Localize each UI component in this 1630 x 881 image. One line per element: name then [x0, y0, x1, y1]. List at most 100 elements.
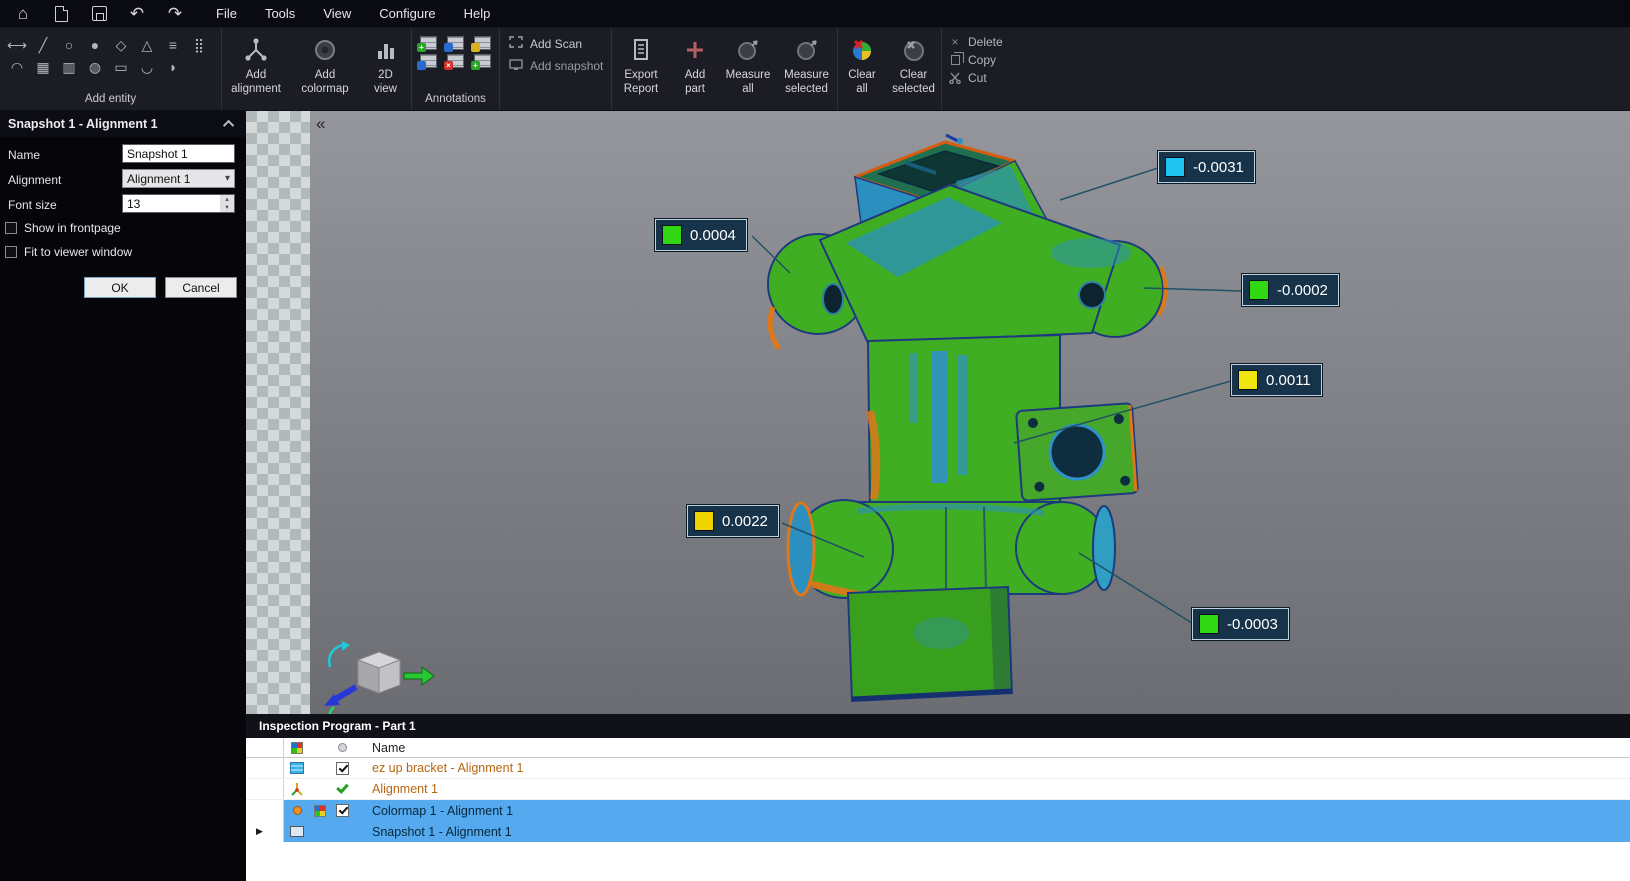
menu-help[interactable]: Help	[464, 6, 491, 21]
clear-all-button[interactable]: Clear all	[838, 28, 886, 110]
cylinder-icon[interactable]: ▥	[56, 56, 82, 78]
menu-view[interactable]: View	[323, 6, 351, 21]
annotation-list-icon[interactable]	[444, 36, 464, 52]
name-column-header[interactable]: Name	[354, 741, 1630, 755]
remove-annotation-icon[interactable]: ×	[444, 54, 464, 70]
add-colormap-label: Add colormap	[301, 69, 349, 95]
ruler-icon[interactable]: ⟷	[4, 34, 30, 56]
add-alignment-button[interactable]: Add alignment	[222, 28, 290, 110]
stepper-down-icon[interactable]: ▾	[225, 204, 228, 211]
menu-configure[interactable]: Configure	[379, 6, 435, 21]
home-icon[interactable]: ⌂	[10, 3, 36, 25]
measure-selected-button[interactable]: Measure selected	[776, 28, 838, 110]
navigation-cube[interactable]	[324, 641, 435, 714]
table-grid-icon[interactable]: ▦	[30, 56, 56, 78]
surface-icon[interactable]: ◗	[160, 56, 186, 78]
row-gutter	[246, 800, 284, 821]
point-grid-icon[interactable]: ⣿	[186, 34, 212, 56]
add-entity-group: ⟷ ╱ ○ ● ◇ △ ≡ ⣿ ◠ ▦ ▥ ◍ ▭ ◡ ◗ Add entity	[0, 28, 222, 110]
annotations-label: Annotations	[425, 93, 486, 105]
planes-icon[interactable]: ≡	[160, 34, 186, 56]
deviation-value: -0.0031	[1193, 158, 1244, 176]
table-row[interactable]: ez up bracket - Alignment 1	[246, 758, 1630, 779]
cut-button[interactable]: Cut	[948, 71, 1012, 85]
annotation-table-icon[interactable]	[417, 54, 437, 70]
annotation-label[interactable]: -0.0031	[1158, 151, 1255, 183]
add-snapshot-button[interactable]: Add snapshot	[508, 58, 611, 73]
rectangle-icon[interactable]: ▭	[108, 56, 134, 78]
add-snapshot-label: Add snapshot	[530, 58, 604, 73]
visibility-checkbox[interactable]	[335, 804, 349, 817]
circle-icon[interactable]: ○	[56, 34, 82, 56]
ok-button[interactable]: OK	[84, 277, 156, 298]
point-icon[interactable]: ●	[82, 34, 108, 56]
color-swatch	[1238, 370, 1258, 390]
name-label: Name	[8, 148, 41, 162]
line-icon[interactable]: ╱	[30, 34, 56, 56]
panel-title: Snapshot 1 - Alignment 1	[8, 117, 158, 131]
show-in-frontpage-checkbox[interactable]	[5, 222, 17, 234]
undo-icon[interactable]: ↶	[124, 3, 150, 25]
alignment-select[interactable]: Alignment 1 ▾	[122, 169, 235, 188]
add-scan-button[interactable]: Add Scan	[508, 36, 611, 51]
add-alignment-label: Add alignment	[231, 69, 281, 95]
current-row-marker-icon: ▶	[256, 826, 263, 836]
3d-viewport[interactable]: « -0.0031 0.0004 -0.0002 0.0011 0.0022 -…	[246, 111, 1630, 714]
sphere-icon[interactable]: ◍	[82, 56, 108, 78]
2d-view-icon	[373, 35, 399, 65]
annotation-label[interactable]: -0.0003	[1192, 608, 1289, 640]
snapshot-icon	[508, 58, 523, 73]
arc-icon[interactable]: ◡	[134, 56, 160, 78]
2d-view-button[interactable]: 2D view	[360, 28, 412, 110]
blue-badge-icon	[417, 61, 426, 70]
font-size-input[interactable]	[122, 194, 235, 213]
annotation-label[interactable]: -0.0002	[1242, 274, 1339, 306]
visibility-checkbox[interactable]	[335, 761, 349, 775]
curve-icon[interactable]: ◠	[4, 56, 30, 78]
delete-button[interactable]: × Delete	[948, 35, 1012, 49]
measure-all-label: Measure all	[725, 69, 771, 95]
add-part-icon	[682, 35, 708, 65]
inspection-tree-table: Name ez up bracket - Alignment 1 Alignme…	[246, 738, 1630, 881]
table-row[interactable]: ▶ Snapshot 1 - Alignment 1	[246, 821, 1630, 842]
annotation-columns-icon[interactable]	[471, 36, 491, 52]
3d-scene-canvas[interactable]	[246, 111, 1630, 714]
measure-all-button[interactable]: Measure all	[720, 28, 776, 110]
chevron-up-icon[interactable]	[222, 119, 235, 132]
annotation-label[interactable]: 0.0011	[1231, 364, 1322, 396]
export-report-button[interactable]: Export Report	[612, 28, 670, 110]
row-name: Snapshot 1 - Alignment 1	[372, 824, 512, 839]
menu-tools[interactable]: Tools	[265, 6, 295, 21]
font-size-label: Font size	[8, 198, 57, 212]
ellipse-icon[interactable]: ◇	[108, 34, 134, 56]
inspected-part-model[interactable]	[767, 133, 1168, 703]
fit-to-viewer-checkbox[interactable]	[5, 246, 17, 258]
new-file-icon[interactable]	[48, 3, 74, 25]
deviation-value: 0.0011	[1266, 371, 1311, 389]
menubar: ⌂ ↶ ↷ File Tools View Configure Help	[0, 0, 1630, 28]
add-part-button[interactable]: Add part	[670, 28, 720, 110]
cancel-button[interactable]: Cancel	[165, 277, 237, 298]
scan-mesh-icon	[290, 762, 304, 774]
redo-icon[interactable]: ↷	[162, 3, 188, 25]
add-colormap-button[interactable]: Add colormap	[290, 28, 360, 110]
copy-button[interactable]: Copy	[948, 52, 1012, 67]
name-input[interactable]	[122, 144, 235, 163]
annotation-label[interactable]: 0.0004	[655, 219, 747, 251]
add-annotation-icon[interactable]: +	[417, 36, 437, 52]
stepper-arrows[interactable]: ▴ ▾	[220, 195, 234, 212]
type-column-header[interactable]	[284, 741, 310, 754]
add-annotation-table-icon[interactable]: +	[471, 54, 491, 70]
visibility-column-header[interactable]	[330, 743, 354, 752]
yellow-badge-icon	[471, 43, 480, 52]
clear-selected-button[interactable]: Clear selected	[886, 28, 942, 110]
cone-icon[interactable]: △	[134, 34, 160, 56]
menu-file[interactable]: File	[216, 6, 237, 21]
cut-label: Cut	[968, 71, 987, 85]
table-row[interactable]: Colormap 1 - Alignment 1	[246, 800, 1630, 821]
stepper-up-icon[interactable]: ▴	[225, 196, 228, 203]
save-icon[interactable]	[86, 3, 112, 25]
annotation-label[interactable]: 0.0022	[687, 505, 779, 537]
ribbon-empty-space	[1012, 28, 1630, 110]
table-row[interactable]: Alignment 1	[246, 779, 1630, 800]
